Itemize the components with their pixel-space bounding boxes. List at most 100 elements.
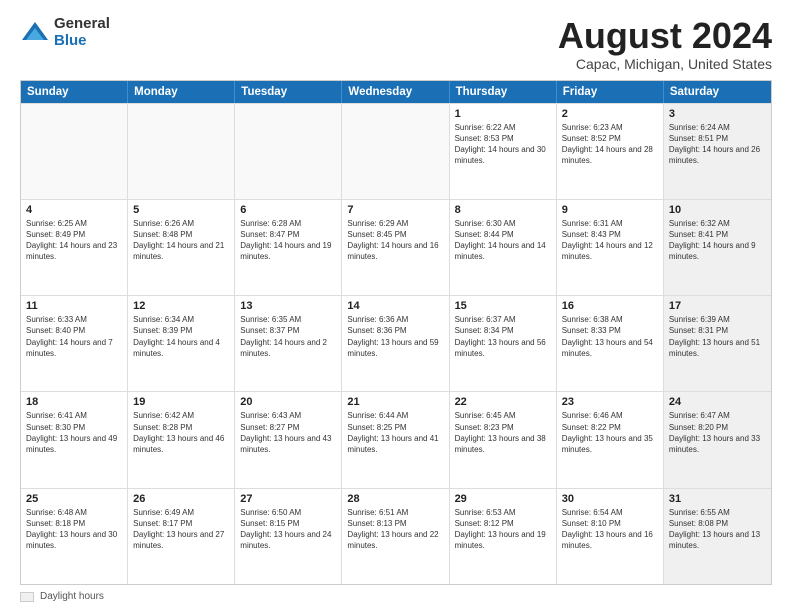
logo-icon	[20, 18, 50, 48]
day-info: Sunrise: 6:30 AM Sunset: 8:44 PM Dayligh…	[455, 218, 551, 263]
calendar-cell	[21, 104, 128, 199]
day-info: Sunrise: 6:41 AM Sunset: 8:30 PM Dayligh…	[26, 410, 122, 455]
logo-blue: Blue	[54, 33, 110, 50]
day-number: 27	[240, 493, 336, 505]
day-info: Sunrise: 6:28 AM Sunset: 8:47 PM Dayligh…	[240, 218, 336, 263]
day-info: Sunrise: 6:37 AM Sunset: 8:34 PM Dayligh…	[455, 314, 551, 359]
day-number: 4	[26, 204, 122, 216]
day-number: 1	[455, 108, 551, 120]
day-info: Sunrise: 6:26 AM Sunset: 8:48 PM Dayligh…	[133, 218, 229, 263]
day-info: Sunrise: 6:38 AM Sunset: 8:33 PM Dayligh…	[562, 314, 658, 359]
day-number: 14	[347, 300, 443, 312]
day-number: 16	[562, 300, 658, 312]
day-number: 30	[562, 493, 658, 505]
day-number: 10	[669, 204, 766, 216]
day-info: Sunrise: 6:34 AM Sunset: 8:39 PM Dayligh…	[133, 314, 229, 359]
day-number: 13	[240, 300, 336, 312]
day-info: Sunrise: 6:32 AM Sunset: 8:41 PM Dayligh…	[669, 218, 766, 263]
day-info: Sunrise: 6:39 AM Sunset: 8:31 PM Dayligh…	[669, 314, 766, 359]
calendar-cell: 14Sunrise: 6:36 AM Sunset: 8:36 PM Dayli…	[342, 296, 449, 391]
day-number: 2	[562, 108, 658, 120]
day-info: Sunrise: 6:43 AM Sunset: 8:27 PM Dayligh…	[240, 410, 336, 455]
calendar: SundayMondayTuesdayWednesdayThursdayFrid…	[20, 80, 772, 585]
calendar-cell: 4 Sunrise: 6:25 AM Sunset: 8:49 PM Daylig…	[21, 200, 128, 295]
calendar-cell: 13Sunrise: 6:35 AM Sunset: 8:37 PM Dayli…	[235, 296, 342, 391]
calendar-row: 11 Sunrise: 6:33 AM Sunset: 8:40 PM Dayli…	[21, 295, 771, 391]
day-number: 6	[240, 204, 336, 216]
calendar-cell: 22 Sunrise: 6:45 AM Sunset: 8:23 PM Dayli…	[450, 392, 557, 487]
day-number: 18	[26, 396, 122, 408]
calendar-cell: 30 Sunrise: 6:54 AM Sunset: 8:10 PM Dayli…	[557, 489, 664, 584]
calendar-cell	[235, 104, 342, 199]
title-block: August 2024 Capac, Michigan, United Stat…	[558, 16, 772, 72]
calendar-body: 1 Sunrise: 6:22 AM Sunset: 8:53 PM Daylig…	[21, 103, 771, 584]
calendar-header-cell: Friday	[557, 81, 664, 103]
calendar-cell: 24 Sunrise: 6:47 AM Sunset: 8:20 PM Dayli…	[664, 392, 771, 487]
day-number: 17	[669, 300, 766, 312]
calendar-cell: 17 Sunrise: 6:39 AM Sunset: 8:31 PM Dayli…	[664, 296, 771, 391]
calendar-cell: 21 Sunrise: 6:44 AM Sunset: 8:25 PM Dayli…	[342, 392, 449, 487]
calendar-header-cell: Wednesday	[342, 81, 449, 103]
calendar-header-cell: Monday	[128, 81, 235, 103]
day-number: 19	[133, 396, 229, 408]
calendar-cell: 15Sunrise: 6:37 AM Sunset: 8:34 PM Dayli…	[450, 296, 557, 391]
day-info: Sunrise: 6:51 AM Sunset: 8:13 PM Dayligh…	[347, 507, 443, 552]
day-number: 8	[455, 204, 551, 216]
day-info: Sunrise: 6:49 AM Sunset: 8:17 PM Dayligh…	[133, 507, 229, 552]
day-info: Sunrise: 6:33 AM Sunset: 8:40 PM Dayligh…	[26, 314, 122, 359]
day-info: Sunrise: 6:55 AM Sunset: 8:08 PM Dayligh…	[669, 507, 766, 552]
calendar-cell: 16 Sunrise: 6:38 AM Sunset: 8:33 PM Dayli…	[557, 296, 664, 391]
day-number: 23	[562, 396, 658, 408]
day-number: 25	[26, 493, 122, 505]
calendar-cell	[128, 104, 235, 199]
calendar-cell: 26Sunrise: 6:49 AM Sunset: 8:17 PM Dayli…	[128, 489, 235, 584]
page: General Blue August 2024 Capac, Michigan…	[0, 0, 792, 612]
day-info: Sunrise: 6:44 AM Sunset: 8:25 PM Dayligh…	[347, 410, 443, 455]
calendar-cell: 3Sunrise: 6:24 AM Sunset: 8:51 PM Daylig…	[664, 104, 771, 199]
day-info: Sunrise: 6:25 AM Sunset: 8:49 PM Dayligh…	[26, 218, 122, 263]
logo-text: General Blue	[54, 16, 110, 49]
day-number: 11	[26, 300, 122, 312]
day-info: Sunrise: 6:45 AM Sunset: 8:23 PM Dayligh…	[455, 410, 551, 455]
logo-general: General	[54, 16, 110, 33]
calendar-header: SundayMondayTuesdayWednesdayThursdayFrid…	[21, 81, 771, 103]
calendar-cell: 10 Sunrise: 6:32 AM Sunset: 8:41 PM Dayli…	[664, 200, 771, 295]
day-info: Sunrise: 6:47 AM Sunset: 8:20 PM Dayligh…	[669, 410, 766, 455]
calendar-cell: 31 Sunrise: 6:55 AM Sunset: 8:08 PM Dayli…	[664, 489, 771, 584]
day-number: 21	[347, 396, 443, 408]
header: General Blue August 2024 Capac, Michigan…	[20, 16, 772, 72]
calendar-row: 18 Sunrise: 6:41 AM Sunset: 8:30 PM Dayli…	[21, 391, 771, 487]
calendar-cell: 28 Sunrise: 6:51 AM Sunset: 8:13 PM Dayli…	[342, 489, 449, 584]
footer-legend: Daylight hours	[20, 591, 772, 602]
calendar-cell: 9Sunrise: 6:31 AM Sunset: 8:43 PM Daylig…	[557, 200, 664, 295]
calendar-cell: 12 Sunrise: 6:34 AM Sunset: 8:39 PM Dayli…	[128, 296, 235, 391]
day-info: Sunrise: 6:22 AM Sunset: 8:53 PM Dayligh…	[455, 122, 551, 167]
calendar-header-cell: Thursday	[450, 81, 557, 103]
calendar-cell: 6 Sunrise: 6:28 AM Sunset: 8:47 PM Daylig…	[235, 200, 342, 295]
day-number: 20	[240, 396, 336, 408]
calendar-cell: 18 Sunrise: 6:41 AM Sunset: 8:30 PM Dayli…	[21, 392, 128, 487]
day-number: 28	[347, 493, 443, 505]
day-number: 31	[669, 493, 766, 505]
calendar-cell: 20 Sunrise: 6:43 AM Sunset: 8:27 PM Dayli…	[235, 392, 342, 487]
day-number: 7	[347, 204, 443, 216]
day-number: 3	[669, 108, 766, 120]
calendar-cell: 1 Sunrise: 6:22 AM Sunset: 8:53 PM Daylig…	[450, 104, 557, 199]
day-number: 9	[562, 204, 658, 216]
day-number: 5	[133, 204, 229, 216]
calendar-cell: 25 Sunrise: 6:48 AM Sunset: 8:18 PM Dayli…	[21, 489, 128, 584]
day-number: 22	[455, 396, 551, 408]
legend-label: Daylight hours	[40, 591, 104, 602]
day-info: Sunrise: 6:48 AM Sunset: 8:18 PM Dayligh…	[26, 507, 122, 552]
day-info: Sunrise: 6:53 AM Sunset: 8:12 PM Dayligh…	[455, 507, 551, 552]
day-number: 29	[455, 493, 551, 505]
calendar-cell: 8 Sunrise: 6:30 AM Sunset: 8:44 PM Daylig…	[450, 200, 557, 295]
day-number: 12	[133, 300, 229, 312]
day-number: 24	[669, 396, 766, 408]
day-info: Sunrise: 6:54 AM Sunset: 8:10 PM Dayligh…	[562, 507, 658, 552]
calendar-row: 25 Sunrise: 6:48 AM Sunset: 8:18 PM Dayli…	[21, 488, 771, 584]
calendar-cell: 7Sunrise: 6:29 AM Sunset: 8:45 PM Daylig…	[342, 200, 449, 295]
calendar-cell: 2Sunrise: 6:23 AM Sunset: 8:52 PM Daylig…	[557, 104, 664, 199]
main-title: August 2024	[558, 16, 772, 56]
logo: General Blue	[20, 16, 110, 49]
